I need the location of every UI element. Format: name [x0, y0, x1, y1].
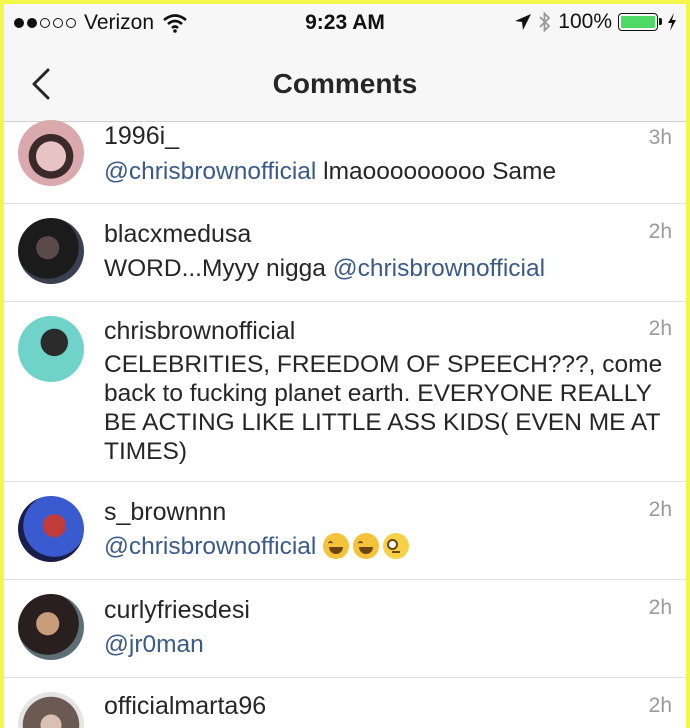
comment-time: 2h [648, 220, 672, 243]
comment-time: 2h [648, 596, 672, 619]
comment-row[interactable]: s_brownnn 2h @chrisbrownofficial [4, 482, 686, 580]
location-arrow-icon [515, 14, 532, 30]
avatar[interactable] [18, 316, 84, 382]
avatar[interactable] [18, 218, 84, 284]
comment-username[interactable]: chrisbrownofficial [104, 317, 295, 346]
battery-icon [618, 13, 662, 31]
comment-row[interactable]: 1996i_ 3h @chrisbrownofficial lmaooooooo… [4, 120, 686, 204]
comment-username[interactable]: officialmarta96 [104, 692, 266, 721]
comment-time: 3h [648, 126, 672, 149]
page-title: Comments [272, 68, 418, 99]
mention-link[interactable]: @chrisbrownofficial [104, 158, 316, 185]
comment-text: @chrisbrownofficial lmaooooooooo Same [104, 157, 664, 186]
phone-screen: Verizon 9:23 AM 100% Comments 1996i_ 3h … [4, 4, 686, 728]
comment-username[interactable]: curlyfriesdesi [104, 596, 250, 625]
face-with-tears-of-joy-icon [353, 533, 380, 559]
comment-time: 2h [648, 317, 672, 340]
battery-percent: 100% [558, 10, 612, 33]
comment-time: 2h [648, 694, 672, 717]
face-with-tears-of-joy-icon [323, 533, 350, 559]
mention-link[interactable]: @jr0man [104, 631, 204, 658]
comment-text: CELEBRITIES, FREEDOM OF SPEECH???, come … [104, 351, 663, 465]
comment-username[interactable]: blacxmedusa [104, 220, 251, 249]
navigation-bar: Comments [4, 44, 686, 122]
status-bar: Verizon 9:23 AM 100% [4, 4, 686, 44]
avatar[interactable] [18, 692, 84, 728]
battery-level-fill [621, 16, 655, 28]
comment-text: @jr0man [104, 630, 664, 659]
comment-username[interactable]: s_brownnn [104, 498, 226, 527]
mention-link[interactable]: @chrisbrownofficial [333, 255, 545, 282]
mention-link[interactable]: @chrisbrownofficial [104, 533, 316, 560]
comment-row[interactable]: curlyfriesdesi 2h @jr0man [4, 580, 686, 678]
comment-row[interactable]: blacxmedusa 2h WORD...Myyy nigga @chrisb… [4, 204, 686, 302]
charging-bolt-icon [668, 13, 676, 31]
comment-list[interactable]: 1996i_ 3h @chrisbrownofficial lmaooooooo… [4, 120, 686, 728]
comment-body: lmaooooooooo Same [316, 158, 557, 185]
avatar[interactable] [18, 120, 84, 186]
face-with-rolling-eyes-icon [383, 533, 410, 559]
comment-time: 2h [648, 498, 672, 521]
avatar[interactable] [18, 496, 84, 562]
comment-text: @chrisbrownofficial [104, 532, 664, 561]
avatar[interactable] [18, 594, 84, 660]
comment-text: WORD...Myyy nigga @chrisbrownofficial [104, 254, 664, 283]
comment-username[interactable]: 1996i_ [104, 122, 179, 151]
bluetooth-icon [539, 11, 551, 33]
comment-row[interactable]: chrisbrownofficial 2h CELEBRITIES, FREED… [4, 302, 686, 482]
comment-body: WORD...Myyy nigga [104, 255, 333, 282]
status-right: 100% [514, 10, 678, 34]
comment-row[interactable]: officialmarta96 2h [4, 678, 686, 728]
